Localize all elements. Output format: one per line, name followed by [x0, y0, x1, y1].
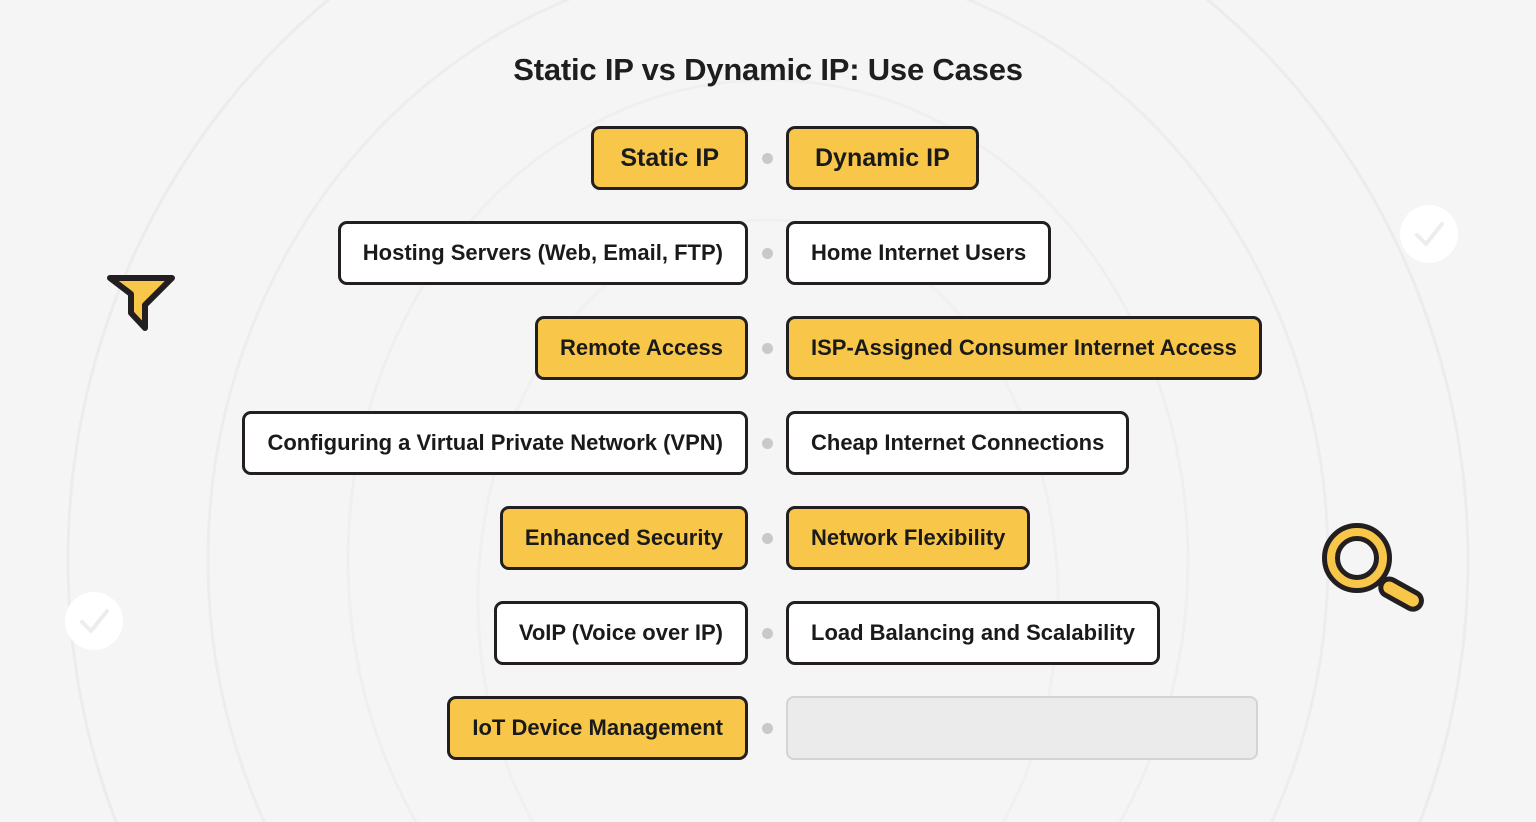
- dynamic-ip-header-chip[interactable]: Dynamic IP: [786, 126, 979, 190]
- comparison-row-header: Static IP Dynamic IP: [0, 126, 1536, 190]
- infographic-canvas: Static IP vs Dynamic IP: Use Cases Stati…: [0, 0, 1536, 822]
- dynamic-ip-use-case-chip[interactable]: Network Flexibility: [786, 506, 1031, 570]
- left-column-cell: Configuring a Virtual Private Network (V…: [24, 411, 748, 475]
- right-column-cell: Home Internet Users: [786, 221, 1512, 285]
- static-ip-use-case-chip[interactable]: Hosting Servers (Web, Email, FTP): [337, 221, 748, 285]
- right-column-cell: Load Balancing and Scalability: [786, 601, 1512, 665]
- comparison-row: Hosting Servers (Web, Email, FTP) Home I…: [0, 221, 1536, 285]
- dynamic-ip-use-case-chip[interactable]: Home Internet Users: [786, 221, 1052, 285]
- dynamic-ip-use-case-chip[interactable]: Load Balancing and Scalability: [786, 601, 1160, 665]
- left-column-cell: VoIP (Voice over IP): [24, 601, 748, 665]
- right-column-cell: Network Flexibility: [786, 506, 1512, 570]
- comparison-row: Enhanced Security Network Flexibility: [0, 506, 1536, 570]
- dynamic-ip-use-case-chip[interactable]: Cheap Internet Connections: [786, 411, 1130, 475]
- right-column-cell: Dynamic IP: [786, 126, 1512, 190]
- right-column-cell: Cheap Internet Connections: [786, 411, 1512, 475]
- static-ip-use-case-chip[interactable]: VoIP (Voice over IP): [493, 601, 748, 665]
- left-column-cell: Hosting Servers (Web, Email, FTP): [24, 221, 748, 285]
- row-separator-dot: [748, 532, 786, 544]
- comparison-row: VoIP (Voice over IP) Load Balancing and …: [0, 601, 1536, 665]
- row-separator-dot: [748, 247, 786, 259]
- left-column-cell: Enhanced Security: [24, 506, 748, 570]
- static-ip-header-chip[interactable]: Static IP: [591, 126, 748, 190]
- static-ip-use-case-chip[interactable]: IoT Device Management: [447, 696, 748, 760]
- left-column-cell: IoT Device Management: [24, 696, 748, 760]
- comparison-row: IoT Device Management: [0, 696, 1536, 760]
- left-column-cell: Static IP: [24, 126, 748, 190]
- empty-placeholder-chip[interactable]: [786, 696, 1258, 760]
- row-separator-dot: [748, 722, 786, 734]
- row-separator-dot: [748, 342, 786, 354]
- row-separator-dot: [748, 437, 786, 449]
- comparison-row: Configuring a Virtual Private Network (V…: [0, 411, 1536, 475]
- right-column-cell: ISP-Assigned Consumer Internet Access: [786, 316, 1512, 380]
- row-separator-dot: [748, 627, 786, 639]
- comparison-row: Remote Access ISP-Assigned Consumer Inte…: [0, 316, 1536, 380]
- dynamic-ip-use-case-chip[interactable]: ISP-Assigned Consumer Internet Access: [786, 316, 1262, 380]
- page-title: Static IP vs Dynamic IP: Use Cases: [513, 52, 1023, 87]
- row-separator-dot: [748, 152, 786, 164]
- static-ip-use-case-chip[interactable]: Enhanced Security: [499, 506, 748, 570]
- right-column-cell: [786, 696, 1512, 760]
- left-column-cell: Remote Access: [24, 316, 748, 380]
- static-ip-use-case-chip[interactable]: Configuring a Virtual Private Network (V…: [242, 411, 748, 475]
- static-ip-use-case-chip[interactable]: Remote Access: [534, 316, 748, 380]
- comparison-grid: Static IP Dynamic IP Hosting Servers (We…: [0, 126, 1536, 791]
